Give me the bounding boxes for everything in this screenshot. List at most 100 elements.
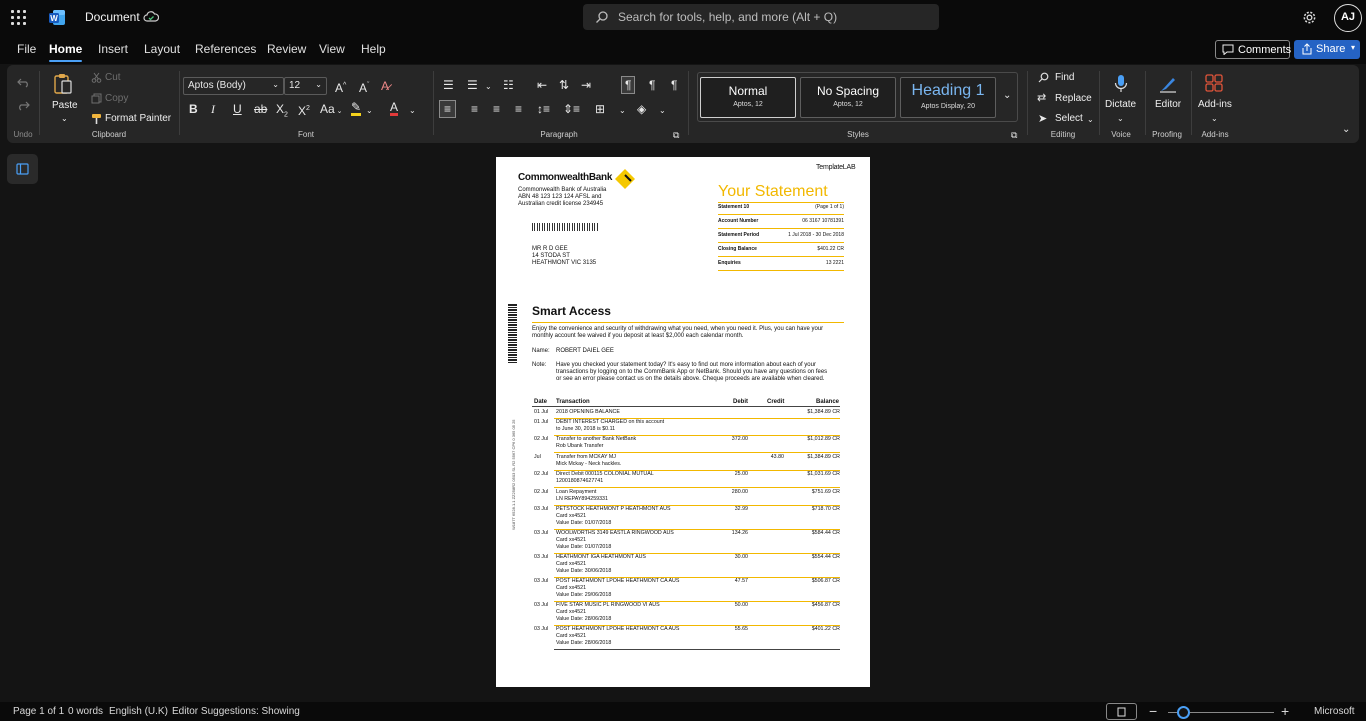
addins-button[interactable]: Add-ins bbox=[1198, 99, 1232, 110]
cut-icon[interactable] bbox=[91, 72, 102, 83]
decrease-indent-icon[interactable]: ⇤ bbox=[537, 78, 547, 92]
document-title[interactable]: Document bbox=[85, 10, 140, 24]
tab-layout[interactable]: Layout bbox=[144, 42, 180, 56]
rtl-paragraph-icon[interactable]: ¶ bbox=[649, 78, 655, 92]
app-launcher-icon[interactable] bbox=[11, 10, 26, 25]
language[interactable]: English (U.K) bbox=[109, 706, 168, 717]
align-center-icon[interactable]: ≡ bbox=[471, 102, 478, 116]
styles-expand-icon[interactable]: ⌄ bbox=[1003, 89, 1011, 103]
chevron-down-icon[interactable]: ⌄ bbox=[1117, 112, 1124, 126]
redo-icon[interactable] bbox=[17, 100, 30, 111]
bold-icon[interactable]: B bbox=[189, 102, 198, 116]
font-name-select[interactable]: Aptos (Body) ⌄ bbox=[183, 77, 284, 95]
tab-file[interactable]: File bbox=[17, 42, 36, 56]
cut-label[interactable]: Cut bbox=[105, 72, 121, 83]
collapse-ribbon-icon[interactable]: ⌄ bbox=[1342, 123, 1350, 137]
chevron-down-icon[interactable]: ⌄ bbox=[409, 104, 416, 118]
dictate-button[interactable]: Dictate bbox=[1105, 99, 1136, 110]
shading-icon[interactable]: ◈ bbox=[637, 102, 646, 116]
superscript-icon[interactable]: X2 bbox=[298, 102, 310, 118]
microphone-icon[interactable] bbox=[1114, 74, 1128, 94]
sort-icon[interactable]: ⇅ bbox=[559, 78, 569, 92]
font-color-icon[interactable]: A bbox=[390, 101, 399, 116]
bullets-icon[interactable]: ☰ bbox=[443, 78, 454, 92]
italic-icon[interactable]: I bbox=[211, 102, 215, 116]
focus-mode-button[interactable] bbox=[1106, 703, 1137, 720]
multilevel-list-icon[interactable]: ☷ bbox=[503, 78, 514, 92]
editor-button[interactable]: Editor bbox=[1155, 99, 1181, 110]
editing-group-label: Editing bbox=[1050, 130, 1076, 139]
borders-icon[interactable]: ⊞ bbox=[595, 102, 605, 116]
user-avatar[interactable]: AJ bbox=[1334, 4, 1362, 32]
zoom-level-label[interactable]: Microsoft bbox=[1314, 706, 1355, 717]
editor-suggestions[interactable]: Editor Suggestions: Showing bbox=[172, 706, 300, 717]
align-right-icon[interactable]: ≡ bbox=[493, 102, 500, 116]
style-no-spacing[interactable]: No Spacing Aptos, 12 bbox=[800, 77, 896, 118]
ltr-paragraph-icon[interactable]: ¶ bbox=[621, 76, 636, 94]
cloud-saved-icon[interactable] bbox=[143, 10, 159, 24]
tab-references[interactable]: References bbox=[195, 42, 256, 56]
subscript-icon[interactable]: X2 bbox=[276, 102, 288, 122]
paste-icon[interactable] bbox=[53, 73, 73, 95]
chevron-down-icon[interactable]: ⌄ bbox=[659, 104, 666, 118]
navigation-pane-button[interactable] bbox=[7, 154, 38, 184]
style-heading-1[interactable]: Heading 1 Aptos Display, 20 bbox=[900, 77, 996, 118]
word-count[interactable]: 0 words bbox=[68, 706, 103, 717]
addins-grid-icon[interactable] bbox=[1205, 74, 1223, 92]
replace-button[interactable]: Replace bbox=[1055, 93, 1092, 104]
paragraph-spacing-icon[interactable]: ⇕≡ bbox=[563, 102, 580, 116]
select-button[interactable]: Select bbox=[1055, 113, 1083, 124]
search-box[interactable]: Search for tools, help, and more (Alt + … bbox=[583, 4, 939, 30]
zoom-in-icon[interactable]: + bbox=[1281, 703, 1289, 719]
styles-dialog-launcher-icon[interactable]: ⧉ bbox=[1011, 128, 1017, 142]
tab-insert[interactable]: Insert bbox=[98, 42, 128, 56]
comments-button[interactable]: Comments bbox=[1215, 40, 1291, 59]
find-button[interactable]: Find bbox=[1055, 72, 1074, 83]
zoom-out-icon[interactable]: − bbox=[1149, 703, 1157, 719]
numbering-icon[interactable]: ☰ bbox=[467, 78, 478, 92]
zoom-slider-thumb[interactable] bbox=[1177, 706, 1190, 719]
document-page[interactable]: CommonwealthBank Commonwealth Bank of Au… bbox=[496, 157, 870, 687]
justify-icon[interactable]: ≡ bbox=[515, 102, 522, 116]
style-no-spacing-font: Aptos, 12 bbox=[833, 101, 863, 108]
note-line-2: transactions by logging on to the CommBa… bbox=[556, 369, 828, 375]
copy-icon[interactable] bbox=[91, 93, 102, 104]
grow-font-icon[interactable]: A^ bbox=[335, 79, 346, 95]
share-dropdown-icon[interactable]: ▾ bbox=[1351, 43, 1355, 52]
tab-view[interactable]: View bbox=[319, 42, 345, 56]
editor-pen-icon[interactable] bbox=[1158, 74, 1178, 94]
tab-home[interactable]: Home bbox=[49, 42, 83, 62]
increase-indent-icon[interactable]: ⇥ bbox=[581, 78, 591, 92]
tab-help[interactable]: Help bbox=[361, 42, 386, 56]
format-painter-icon[interactable] bbox=[91, 113, 102, 125]
txn-date: 02 Jul bbox=[534, 489, 549, 495]
txn-debit: 47.57 bbox=[734, 578, 748, 584]
txn-debit: 280.00 bbox=[731, 489, 748, 495]
undo-icon[interactable] bbox=[17, 77, 30, 88]
share-button[interactable]: Share ▾ bbox=[1294, 40, 1360, 59]
page-count[interactable]: Page 1 of 1 bbox=[13, 706, 64, 717]
chevron-down-icon[interactable]: ⌄ bbox=[485, 80, 492, 94]
underline-icon[interactable]: U bbox=[233, 102, 242, 116]
highlight-color-icon[interactable]: ✎ bbox=[351, 101, 362, 116]
chevron-down-icon[interactable]: ⌄ bbox=[1087, 113, 1094, 127]
copy-label[interactable]: Copy bbox=[105, 93, 128, 104]
strikethrough-icon[interactable]: ab bbox=[254, 102, 267, 116]
chevron-down-icon[interactable]: ⌄ bbox=[619, 104, 626, 118]
paste-label[interactable]: Paste bbox=[52, 100, 78, 111]
line-spacing-icon[interactable]: ↕≡ bbox=[537, 102, 550, 116]
chevron-down-icon[interactable]: ⌄ bbox=[366, 104, 373, 118]
change-case-icon[interactable]: Aa ⌄ bbox=[320, 102, 343, 119]
chevron-down-icon[interactable]: ⌄ bbox=[1211, 112, 1218, 126]
format-painter-label[interactable]: Format Painter bbox=[105, 113, 171, 124]
settings-gear-icon[interactable] bbox=[1302, 10, 1317, 25]
clear-formatting-icon[interactable]: A̷ bbox=[381, 79, 389, 93]
font-size-select[interactable]: 12 ⌄ bbox=[284, 77, 327, 95]
align-left-icon[interactable]: ≡ bbox=[439, 100, 457, 118]
paragraph-dialog-launcher-icon[interactable]: ⧉ bbox=[673, 128, 679, 142]
shrink-font-icon[interactable]: Aˇ bbox=[359, 79, 369, 95]
show-marks-icon[interactable]: ¶ bbox=[671, 78, 677, 92]
style-normal[interactable]: Normal Aptos, 12 bbox=[700, 77, 796, 118]
paste-dropdown-icon[interactable]: ⌄ bbox=[61, 114, 68, 123]
tab-review[interactable]: Review bbox=[267, 42, 306, 56]
